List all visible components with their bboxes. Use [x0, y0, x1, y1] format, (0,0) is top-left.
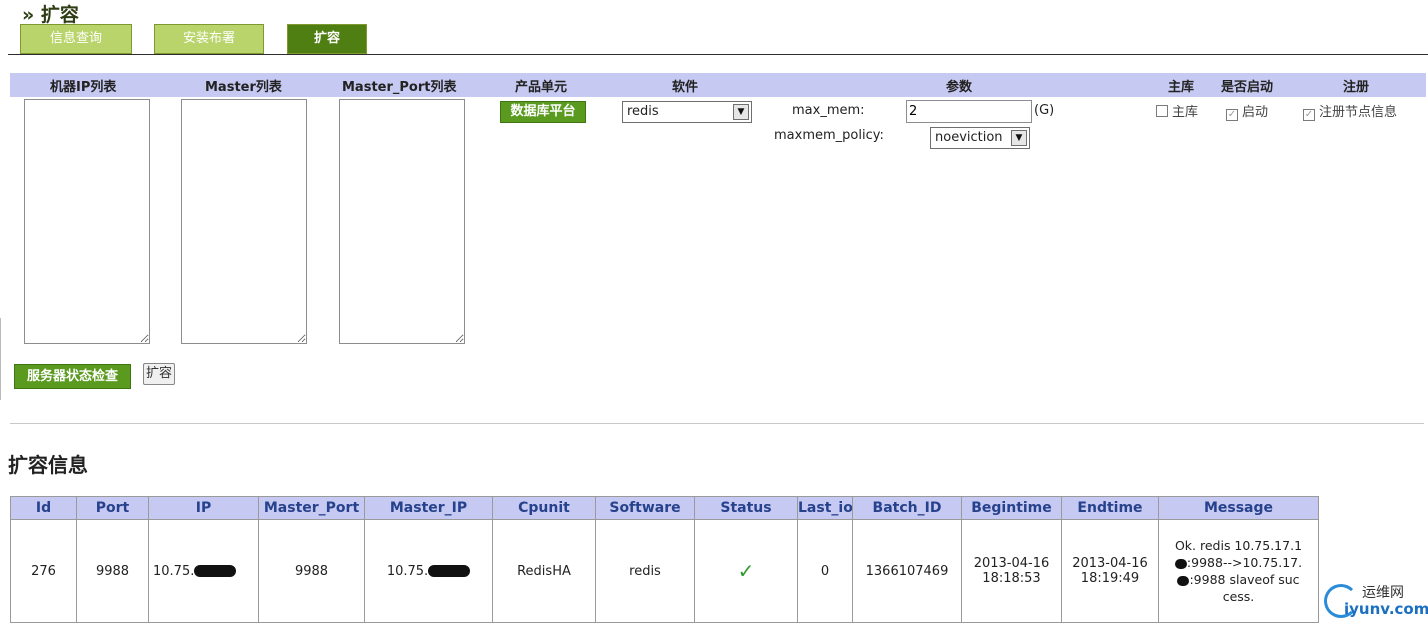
master-port-list-textarea[interactable] — [339, 99, 465, 344]
watermark-en: iyunv.com — [1344, 600, 1428, 618]
max-mem-unit: (G) — [1034, 103, 1055, 118]
cell-ip: 10.75. — [148, 519, 259, 623]
header-enabled: 是否启动 — [1221, 80, 1274, 95]
col-header: Begintime — [961, 496, 1062, 520]
col-header: IP — [148, 496, 259, 520]
message-line: Ok. redis 10.75.17.1 — [1174, 538, 1303, 553]
header-register: 注册 — [1343, 80, 1370, 95]
checkbox-checked-icon: ✓ — [1226, 109, 1238, 121]
cell-id: 276 — [10, 519, 77, 623]
checkbox-empty-icon — [1156, 105, 1168, 117]
cell-cpunit: RedisHA — [492, 519, 596, 623]
begintime-date: 2013-04-16 — [973, 556, 1050, 571]
software-select[interactable]: redis ▼ — [622, 101, 752, 123]
redaction-mark — [1174, 558, 1187, 569]
cell-batch-id: 1366107469 — [852, 519, 962, 623]
server-status-check-button[interactable]: 服务器状态检查 — [14, 364, 131, 389]
watermark-logo: 运维网 iyunv.com — [1324, 580, 1428, 625]
col-header: Cpunit — [492, 496, 596, 520]
cell-master-port: 9988 — [258, 519, 365, 623]
page-title: » 扩容 — [22, 4, 79, 26]
max-mem-input[interactable] — [906, 100, 1032, 123]
col-header: Software — [595, 496, 695, 520]
policy-select[interactable]: noeviction ▼ — [930, 127, 1030, 149]
cell-last-io: 0 — [797, 519, 853, 623]
software-select-value: redis — [627, 104, 659, 119]
header-params: 参数 — [946, 80, 973, 95]
message-line: :9988 slaveof suc — [1163, 571, 1314, 588]
tab-expand[interactable]: 扩容 — [287, 24, 367, 54]
tab-divider — [8, 54, 1428, 55]
cell-software: redis — [595, 519, 695, 623]
begintime-time: 18:18:53 — [982, 571, 1041, 586]
watermark-cn: 运维网 — [1362, 585, 1404, 601]
col-header: Message — [1158, 496, 1319, 520]
header-ip-list: 机器IP列表 — [50, 80, 117, 95]
col-header: Last_io — [797, 496, 853, 520]
tab-install-deploy[interactable]: 安装布署 — [154, 24, 264, 54]
master-ip-text: 10.75. — [386, 563, 429, 579]
col-header: Port — [76, 496, 149, 520]
header-master-port-list: Master_Port列表 — [342, 80, 457, 95]
message-text: :9988 slaveof suc — [1189, 572, 1300, 587]
policy-label: maxmem_policy: — [774, 128, 884, 143]
policy-select-value: noeviction — [935, 130, 1003, 145]
section-divider — [10, 423, 1424, 424]
col-header: Master_Port — [258, 496, 365, 520]
cell-port: 9988 — [76, 519, 149, 623]
chevron-down-icon: ▼ — [1011, 130, 1027, 146]
chevron-down-icon: ▼ — [733, 104, 749, 120]
table-row: 276 9988 10.75. 9988 10.75. RedisHA redi… — [10, 519, 1319, 623]
header-software: 软件 — [672, 80, 699, 95]
header-master-db: 主库 — [1168, 80, 1195, 95]
cell-status: ✓ — [694, 519, 798, 623]
cell-message: Ok. redis 10.75.17.1 :9988-->10.75.17. :… — [1158, 519, 1319, 623]
register-checkbox[interactable]: ✓ 注册节点信息 — [1303, 101, 1397, 121]
enabled-checkbox-label: 启动 — [1242, 105, 1269, 120]
cell-begintime: 2013-04-16 18:18:53 — [961, 519, 1062, 623]
message-text: :9988-->10.75.17. — [1186, 555, 1303, 570]
col-header: Status — [694, 496, 798, 520]
col-header: Id — [10, 496, 77, 520]
table-header-row: Id Port IP Master_Port Master_IP Cpunit … — [10, 496, 1319, 520]
endtime-time: 18:19:49 — [1080, 571, 1140, 586]
max-mem-label: max_mem: — [792, 103, 865, 118]
message-line: :9988-->10.75.17. — [1163, 554, 1314, 571]
ip-list-textarea[interactable] — [24, 99, 150, 344]
check-icon: ✓ — [737, 559, 755, 583]
ip-text: 10.75. — [153, 563, 195, 579]
tab-info-query[interactable]: 信息查询 — [20, 24, 132, 54]
info-section-title: 扩容信息 — [8, 453, 88, 477]
master-db-checkbox[interactable]: 主库 — [1156, 101, 1198, 120]
col-header: Endtime — [1061, 496, 1159, 520]
redaction-mark — [194, 565, 237, 577]
form-header-row: 机器IP列表 Master列表 Master_Port列表 产品单元 软件 参数… — [10, 73, 1426, 97]
master-db-checkbox-label: 主库 — [1172, 105, 1199, 120]
col-header: Batch_ID — [852, 496, 962, 520]
product-unit-button[interactable]: 数据库平台 — [500, 101, 586, 123]
enabled-checkbox[interactable]: ✓ 启动 — [1226, 101, 1268, 121]
expand-info-table: Id Port IP Master_Port Master_IP Cpunit … — [10, 496, 1319, 623]
redaction-mark — [1177, 575, 1190, 586]
header-master-list: Master列表 — [205, 80, 282, 95]
checkbox-checked-icon: ✓ — [1303, 109, 1315, 121]
redaction-mark — [428, 565, 471, 577]
cell-master-ip: 10.75. — [364, 519, 493, 623]
cell-endtime: 2013-04-16 18:19:49 — [1061, 519, 1159, 623]
message-line: cess. — [1222, 589, 1255, 604]
expand-button[interactable]: 扩容 — [143, 363, 175, 385]
header-product-unit: 产品单元 — [515, 80, 568, 95]
endtime-date: 2013-04-16 — [1072, 556, 1148, 571]
register-checkbox-label: 注册节点信息 — [1319, 105, 1398, 120]
col-header: Master_IP — [364, 496, 493, 520]
master-list-textarea[interactable] — [181, 99, 307, 344]
frame-edge — [0, 318, 1, 400]
